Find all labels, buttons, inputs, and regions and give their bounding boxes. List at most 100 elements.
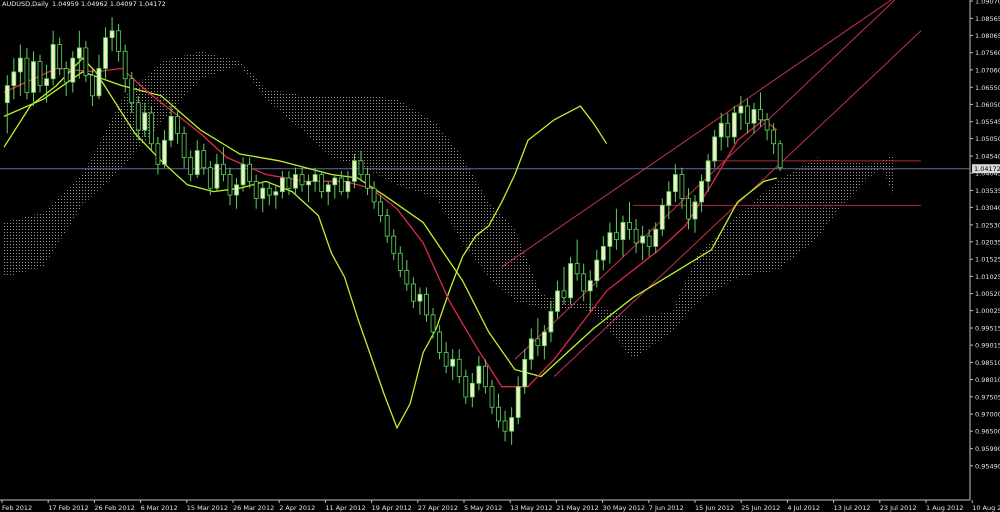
candle-body <box>168 115 174 141</box>
candle-body <box>731 112 737 138</box>
price-tick-label: 1.08065 <box>975 32 1000 40</box>
candle-body <box>253 180 259 199</box>
time-tick-label: 10 Aug 2012 <box>972 504 1000 512</box>
candle-body <box>489 386 495 408</box>
price-tick-label: 0.97000 <box>975 411 1000 419</box>
candle-body <box>614 232 619 240</box>
time-tick-label: 23 Jul 2012 <box>880 504 917 512</box>
candle-body <box>430 314 436 333</box>
candle-body <box>129 78 135 104</box>
price-tick-label: 0.96500 <box>975 428 1000 436</box>
candle-body <box>57 44 63 69</box>
candle-body <box>633 228 639 244</box>
price-tick-label: 1.06050 <box>975 101 1000 109</box>
candle-body <box>404 269 410 285</box>
candle-body <box>528 338 534 360</box>
price-tick-label: 1.02035 <box>975 238 1000 246</box>
candle-body <box>594 259 600 282</box>
candle-body <box>207 167 213 189</box>
candle-body <box>371 187 377 203</box>
price-tick-label: 1.02530 <box>975 221 1000 229</box>
price-chart[interactable]: AUDUSD,Daily 1.04959 1.04962 1.04097 1.0… <box>0 0 1000 512</box>
candle-body <box>286 177 292 189</box>
candle-body <box>483 365 488 388</box>
candle-body <box>76 47 82 59</box>
candle-body <box>162 139 167 165</box>
time-tick-label: 21 May 2012 <box>556 504 598 512</box>
candle-body <box>653 228 659 247</box>
candle-body <box>679 174 685 199</box>
current-price-tag-label: 1.04172 <box>974 165 1000 173</box>
candle-body <box>672 174 678 193</box>
candle-body <box>581 273 587 292</box>
time-tick-label: 6 Mar 2012 <box>141 504 178 512</box>
time-tick-label: 7 Jun 2012 <box>649 504 684 512</box>
candle-body <box>135 102 141 131</box>
candle-body <box>319 174 325 193</box>
candle-body <box>712 136 718 162</box>
candle-body <box>365 174 370 189</box>
candle-body <box>758 109 763 121</box>
time-tick-label: 27 Apr 2012 <box>418 504 458 512</box>
candle-body <box>181 133 187 158</box>
candle-body <box>96 68 102 97</box>
candle-body <box>312 174 318 182</box>
candle-body <box>686 198 691 220</box>
candle-body <box>338 177 344 193</box>
candle-body <box>299 174 305 186</box>
candle-body <box>424 293 429 316</box>
candle-body <box>63 68 69 83</box>
candle-body <box>31 61 36 93</box>
candle-body <box>240 163 246 186</box>
candle-body <box>279 177 285 193</box>
time-tick-label: 2 Apr 2012 <box>279 504 315 512</box>
candle-body <box>450 358 456 367</box>
candle-body <box>175 115 180 134</box>
candle-body <box>50 44 56 80</box>
candle-body <box>332 177 338 186</box>
candle-body <box>502 420 508 432</box>
time-tick-label: 30 May 2012 <box>603 504 645 512</box>
price-tick-label: 1.04540 <box>975 153 1000 161</box>
time-tick-label: 26 Mar 2012 <box>233 504 274 512</box>
chart-symbol-label: AUDUSD,Daily <box>2 0 49 8</box>
candle-body <box>293 174 298 189</box>
candle-body <box>574 263 580 275</box>
candle-body <box>109 30 115 39</box>
candle-body <box>90 74 95 97</box>
candle-body <box>607 232 613 247</box>
candle-body <box>417 293 423 302</box>
candle-body <box>116 30 122 52</box>
candle-body <box>699 180 704 203</box>
price-tick-label: 1.01525 <box>975 256 1000 264</box>
candle-body <box>522 358 528 388</box>
candle-body <box>122 50 128 80</box>
time-tick-label: 19 Apr 2012 <box>372 504 412 512</box>
candle-body <box>378 201 384 217</box>
candle-body <box>155 143 161 165</box>
candle-body <box>260 187 266 199</box>
candle-body <box>620 222 626 240</box>
time-tick-label: 15 Jun 2012 <box>695 504 734 512</box>
price-tick-label: 1.03040 <box>975 204 1000 212</box>
price-tick-label: 1.03535 <box>975 187 1000 195</box>
price-tick-label: 1.06550 <box>975 84 1000 92</box>
price-tick-label: 0.99515 <box>975 325 1000 333</box>
candle-body <box>83 47 89 76</box>
price-tick-label: 1.00025 <box>975 307 1000 315</box>
price-tick-label: 0.95490 <box>975 462 1000 470</box>
candle-body <box>306 180 311 186</box>
candle-body <box>476 365 482 384</box>
candle-body <box>24 57 30 93</box>
candle-body <box>11 71 17 86</box>
candle-body <box>535 338 541 347</box>
time-tick-label: 1 Aug 2012 <box>926 504 964 512</box>
candle-body <box>410 283 416 302</box>
price-tick-label: 1.07060 <box>975 66 1000 74</box>
price-tick-label: 1.05050 <box>975 135 1000 143</box>
time-tick-label: 17 Feb 2012 <box>48 504 88 512</box>
candle-body <box>640 235 646 244</box>
candle-body <box>509 417 515 432</box>
candle-body <box>437 331 442 353</box>
candle-body <box>496 406 501 422</box>
